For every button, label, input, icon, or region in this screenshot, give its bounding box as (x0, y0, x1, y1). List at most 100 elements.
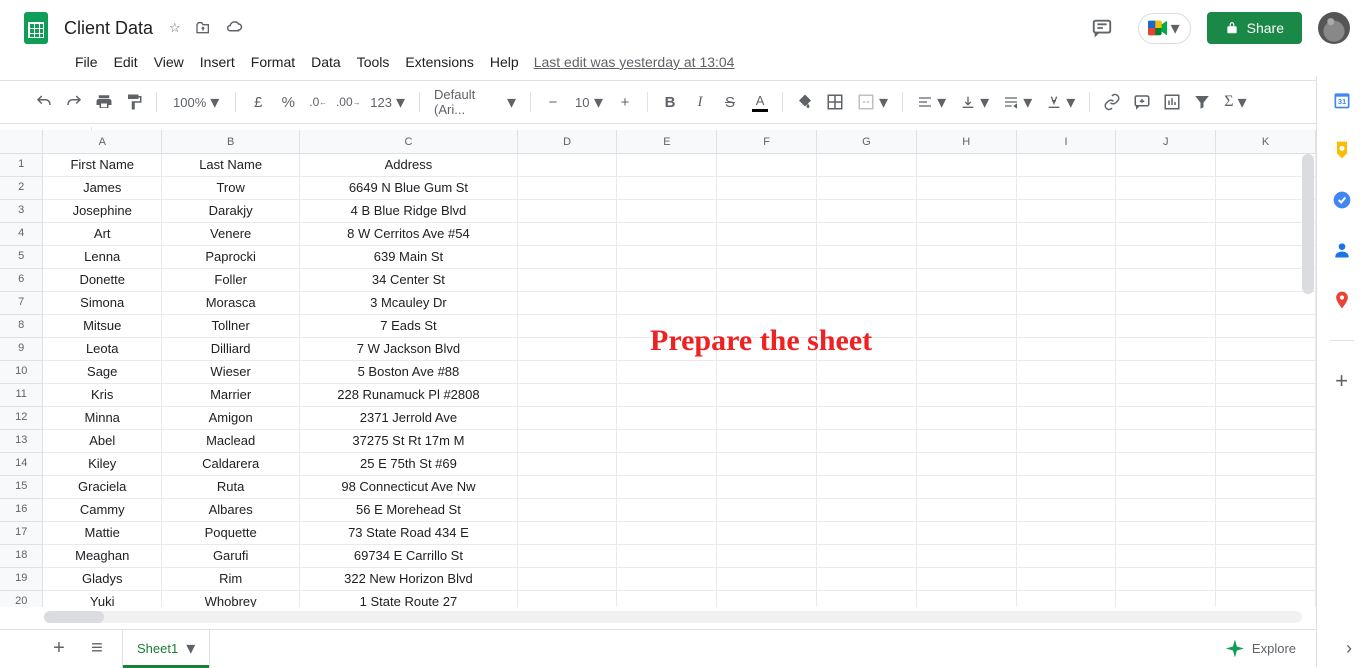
cell[interactable]: Ruta (162, 476, 300, 499)
account-avatar[interactable] (1318, 12, 1350, 44)
cell[interactable]: 56 E Morehead St (300, 499, 517, 522)
col-header[interactable]: H (917, 130, 1017, 153)
cell[interactable]: 1 State Route 27 (300, 591, 517, 607)
cell[interactable]: Lenna (43, 246, 162, 269)
cell[interactable] (1116, 200, 1216, 223)
col-header[interactable]: D (518, 130, 618, 153)
cell[interactable] (1116, 545, 1216, 568)
cell[interactable] (518, 453, 618, 476)
cell[interactable] (817, 338, 917, 361)
menu-view[interactable]: View (147, 50, 191, 74)
col-header[interactable]: B (162, 130, 300, 153)
zoom-dropdown[interactable]: 100%▾ (165, 92, 227, 113)
cell[interactable] (518, 223, 618, 246)
menu-format[interactable]: Format (244, 50, 302, 74)
cell[interactable] (1017, 591, 1117, 607)
cell[interactable] (817, 568, 917, 591)
cell[interactable]: Graciela (43, 476, 162, 499)
cell[interactable] (717, 223, 817, 246)
col-header[interactable]: I (1017, 130, 1117, 153)
cell[interactable] (617, 476, 717, 499)
cell[interactable] (617, 453, 717, 476)
cell[interactable] (717, 292, 817, 315)
menu-tools[interactable]: Tools (350, 50, 397, 74)
col-header[interactable]: C (300, 130, 517, 153)
percent-button[interactable]: % (274, 88, 302, 116)
cell[interactable]: 6649 N Blue Gum St (300, 177, 517, 200)
cell[interactable] (1116, 338, 1216, 361)
cell[interactable] (717, 453, 817, 476)
explore-button[interactable]: Explore (1216, 634, 1306, 664)
filter-button[interactable] (1188, 88, 1216, 116)
cell[interactable]: James (43, 177, 162, 200)
cell[interactable]: 7 W Jackson Blvd (300, 338, 517, 361)
row-header[interactable]: 2 (0, 177, 43, 200)
cell[interactable] (817, 269, 917, 292)
sheets-logo[interactable] (16, 8, 56, 48)
cell[interactable] (917, 453, 1017, 476)
cell[interactable] (817, 522, 917, 545)
cell[interactable] (917, 591, 1017, 607)
row-header[interactable]: 18 (0, 545, 43, 568)
cell[interactable] (1017, 338, 1117, 361)
cell[interactable] (1116, 453, 1216, 476)
row-header[interactable]: 19 (0, 568, 43, 591)
cell[interactable]: Amigon (162, 407, 300, 430)
cell[interactable] (1017, 384, 1117, 407)
cell[interactable] (617, 200, 717, 223)
cell[interactable] (1116, 476, 1216, 499)
cell[interactable] (617, 545, 717, 568)
cell[interactable] (1116, 522, 1216, 545)
cell[interactable] (1017, 568, 1117, 591)
cell[interactable] (617, 223, 717, 246)
menu-file[interactable]: File (68, 50, 105, 74)
cell[interactable]: Last Name (162, 154, 300, 177)
add-sheet-button[interactable]: + (44, 634, 74, 664)
font-size-increase[interactable]: + (611, 88, 639, 116)
cell[interactable] (518, 292, 618, 315)
cloud-icon[interactable] (225, 20, 243, 36)
col-header[interactable]: G (817, 130, 917, 153)
row-header[interactable]: 12 (0, 407, 43, 430)
cell[interactable]: Paprocki (162, 246, 300, 269)
cell[interactable] (717, 568, 817, 591)
cell[interactable] (717, 338, 817, 361)
contacts-icon[interactable] (1332, 240, 1352, 260)
cell[interactable]: Dilliard (162, 338, 300, 361)
cell[interactable] (1116, 246, 1216, 269)
cell[interactable] (518, 154, 618, 177)
cell[interactable] (518, 499, 618, 522)
cell[interactable] (917, 476, 1017, 499)
cell[interactable]: Marrier (162, 384, 300, 407)
cell[interactable] (1116, 407, 1216, 430)
add-on-icon[interactable]: + (1332, 371, 1352, 391)
cell[interactable] (1116, 154, 1216, 177)
cell[interactable] (917, 315, 1017, 338)
cell[interactable] (917, 292, 1017, 315)
print-button[interactable] (90, 88, 118, 116)
cell[interactable] (917, 269, 1017, 292)
cell[interactable] (717, 200, 817, 223)
cell[interactable] (817, 545, 917, 568)
cell[interactable] (917, 223, 1017, 246)
cell[interactable] (617, 246, 717, 269)
cell[interactable]: Foller (162, 269, 300, 292)
cell[interactable] (1116, 361, 1216, 384)
row-header[interactable]: 1 (0, 154, 43, 177)
cell[interactable]: 322 New Horizon Blvd (300, 568, 517, 591)
cell[interactable] (817, 384, 917, 407)
cell[interactable] (817, 407, 917, 430)
insert-chart-button[interactable] (1158, 88, 1186, 116)
move-icon[interactable] (195, 20, 211, 36)
share-button[interactable]: Share (1207, 12, 1302, 44)
menu-help[interactable]: Help (483, 50, 526, 74)
cell[interactable] (1017, 476, 1117, 499)
cell[interactable] (817, 476, 917, 499)
row-header[interactable]: 6 (0, 269, 43, 292)
cell[interactable] (1017, 269, 1117, 292)
cell[interactable] (817, 453, 917, 476)
cell[interactable]: 7 Eads St (300, 315, 517, 338)
all-sheets-button[interactable]: ≡ (82, 634, 112, 664)
font-size-decrease[interactable]: − (539, 88, 567, 116)
cell[interactable]: Maclead (162, 430, 300, 453)
